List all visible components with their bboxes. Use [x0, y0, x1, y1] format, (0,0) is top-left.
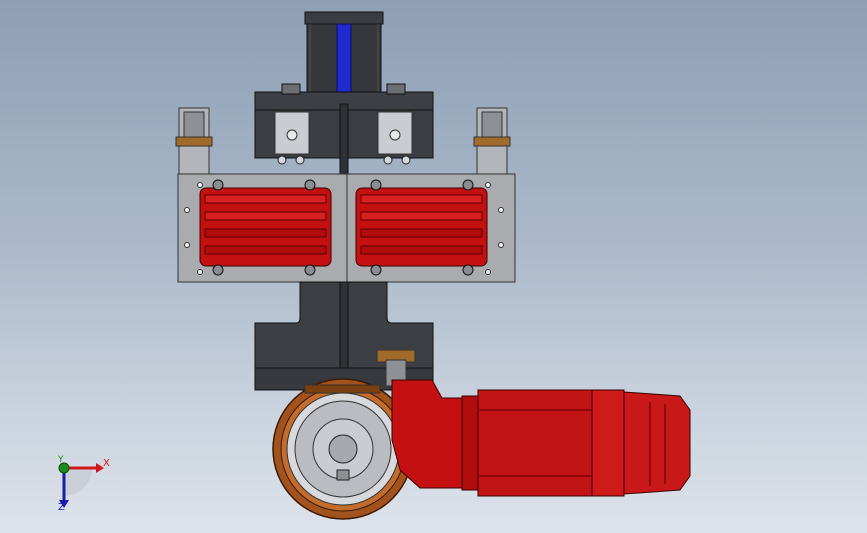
suspension-cover-left [199, 179, 332, 276]
lower-housing [254, 281, 434, 391]
triad-z-label: Z [58, 502, 65, 513]
guide-post-right [473, 107, 511, 177]
guide-post-left [175, 107, 213, 177]
triad-y-label: Y [58, 455, 64, 465]
top-motor [304, 11, 384, 105]
suspension-cover-right [355, 179, 488, 276]
triad-x-label: X [103, 458, 110, 469]
view-triad [58, 462, 104, 508]
traction-motor [461, 389, 691, 497]
gearbox [391, 379, 463, 489]
drive-wheel-assembly-model[interactable] [0, 0, 867, 533]
cad-viewport[interactable]: X Y Z [0, 0, 867, 533]
